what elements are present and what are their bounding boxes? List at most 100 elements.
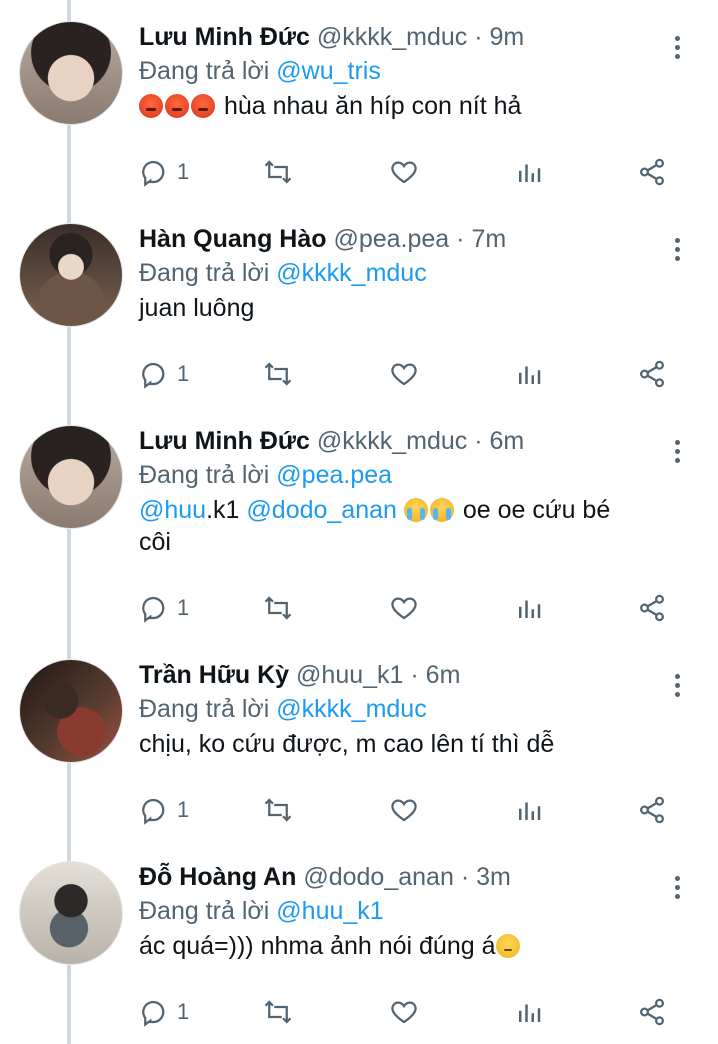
retweet-button[interactable] [263, 588, 293, 628]
reply-button[interactable]: 1 [139, 790, 189, 830]
author-handle[interactable]: @dodo_anan [303, 863, 454, 891]
author-name[interactable]: Lưu Minh Đức [139, 23, 310, 51]
tweet-header: Hàn Quang Hào @pea.pea · 7m [139, 222, 669, 256]
views-icon [519, 366, 541, 384]
views-button[interactable] [514, 152, 544, 192]
retweet-button[interactable] [263, 152, 293, 192]
avatar[interactable] [19, 861, 123, 965]
share-icon [639, 998, 665, 1026]
more-icon[interactable] [669, 34, 685, 66]
reply-icon [142, 362, 165, 389]
retweet-button[interactable] [263, 790, 293, 830]
reply-icon [142, 160, 165, 187]
tweet-text: ác quá=))) nhma ảnh nói đúng á [139, 930, 669, 962]
like-icon [391, 363, 417, 386]
share-icon [639, 158, 665, 186]
like-button[interactable] [389, 152, 419, 192]
timestamp[interactable]: 9m [490, 23, 525, 51]
like-button[interactable] [389, 588, 419, 628]
reply-button[interactable]: 1 [139, 588, 189, 628]
reply-icon [142, 798, 165, 825]
tweet-content: Lưu Minh Đức @kkkk_mduc · 9m Đang trả lờ… [139, 20, 669, 122]
share-button[interactable] [637, 588, 667, 628]
like-button[interactable] [389, 992, 419, 1032]
timestamp[interactable]: 3m [476, 863, 511, 891]
author-handle[interactable]: @huu_k1 [296, 661, 403, 689]
author-name[interactable]: Đỗ Hoàng An [139, 863, 296, 891]
reply-button[interactable]: 1 [139, 354, 189, 394]
tweet[interactable]: Đỗ Hoàng An @dodo_anan · 3m Đang trả lời… [0, 860, 718, 1044]
body-mention[interactable]: @huu [139, 496, 206, 524]
reply-count: 1 [177, 361, 190, 386]
tweet-content: Lưu Minh Đức @kkkk_mduc · 6m Đang trả lờ… [139, 424, 669, 558]
author-handle[interactable]: @kkkk_mduc [317, 23, 467, 51]
author-handle[interactable]: @kkkk_mduc [317, 427, 467, 455]
views-button[interactable] [514, 790, 544, 830]
share-button[interactable] [637, 354, 667, 394]
tweet-body-line-2: côi [139, 528, 171, 556]
share-icon [639, 594, 665, 622]
share-button[interactable] [637, 152, 667, 192]
more-icon[interactable] [669, 236, 685, 268]
share-button[interactable] [637, 992, 667, 1032]
more-icon[interactable] [669, 672, 685, 704]
action-bar: 1 [139, 354, 684, 394]
reply-prefix: Đang trả lời [139, 57, 270, 85]
reply-to-mention[interactable]: @wu_tris [276, 57, 381, 85]
retweet-icon [264, 798, 292, 822]
tweet[interactable]: Lưu Minh Đức @kkkk_mduc · 9m Đang trả lờ… [0, 20, 718, 210]
reply-button[interactable]: 1 [139, 152, 189, 192]
tweet-content: Đỗ Hoàng An @dodo_anan · 3m Đang trả lời… [139, 860, 669, 962]
avatar[interactable] [19, 659, 123, 763]
reply-button[interactable]: 1 [139, 992, 189, 1032]
views-icon [519, 1004, 541, 1022]
share-button[interactable] [637, 790, 667, 830]
views-button[interactable] [514, 992, 544, 1032]
reply-count: 1 [177, 595, 190, 620]
body-mention[interactable]: @dodo_anan [246, 496, 397, 524]
retweet-button[interactable] [263, 354, 293, 394]
tweet-body: ác quá=))) nhma ảnh nói đúng á [139, 932, 496, 960]
timestamp[interactable]: 6m [426, 661, 461, 689]
tweet-header: Lưu Minh Đức @kkkk_mduc · 9m [139, 20, 669, 54]
reply-prefix: Đang trả lời [139, 259, 270, 287]
reply-to-mention[interactable]: @kkkk_mduc [276, 259, 426, 287]
reply-count: 1 [177, 999, 190, 1024]
separator: · [474, 23, 483, 51]
retweet-button[interactable] [263, 992, 293, 1032]
views-icon [519, 600, 541, 618]
author-handle[interactable]: @pea.pea [333, 225, 449, 253]
views-button[interactable] [514, 588, 544, 628]
tweet[interactable]: Hàn Quang Hào @pea.pea · 7m Đang trả lời… [0, 222, 718, 412]
reply-icon [142, 596, 165, 623]
views-button[interactable] [514, 354, 544, 394]
views-icon [519, 802, 541, 820]
tweet[interactable]: Lưu Minh Đức @kkkk_mduc · 6m Đang trả lờ… [0, 424, 718, 646]
more-icon[interactable] [669, 438, 685, 470]
timestamp[interactable]: 7m [471, 225, 506, 253]
reply-count: 1 [177, 159, 190, 184]
timestamp[interactable]: 6m [490, 427, 525, 455]
more-icon[interactable] [669, 874, 685, 906]
reply-to-mention[interactable]: @kkkk_mduc [276, 695, 426, 723]
reply-to-mention[interactable]: @huu_k1 [276, 897, 383, 925]
like-button[interactable] [389, 790, 419, 830]
avatar[interactable] [19, 425, 123, 529]
separator: · [410, 661, 419, 689]
reply-to-mention[interactable]: @pea.pea [276, 461, 392, 489]
tweet-text: @huu.k1 @dodo_anan oe oe cứu bé côi [139, 494, 669, 558]
author-name[interactable]: Hàn Quang Hào [139, 225, 327, 253]
reply-context: Đang trả lời @huu_k1 [139, 894, 669, 928]
tweet-content: Trần Hữu Kỳ @huu_k1 · 6m Đang trả lời @k… [139, 658, 669, 760]
author-name[interactable]: Lưu Minh Đức [139, 427, 310, 455]
avatar[interactable] [19, 21, 123, 125]
like-button[interactable] [389, 354, 419, 394]
avatar[interactable] [19, 223, 123, 327]
retweet-icon [264, 362, 292, 386]
tweet[interactable]: Trần Hữu Kỳ @huu_k1 · 6m Đang trả lời @k… [0, 658, 718, 848]
author-name[interactable]: Trần Hữu Kỳ [139, 661, 289, 689]
like-icon [391, 799, 417, 822]
share-icon [639, 796, 665, 824]
retweet-icon [264, 160, 292, 184]
reply-context: Đang trả lời @kkkk_mduc [139, 692, 669, 726]
